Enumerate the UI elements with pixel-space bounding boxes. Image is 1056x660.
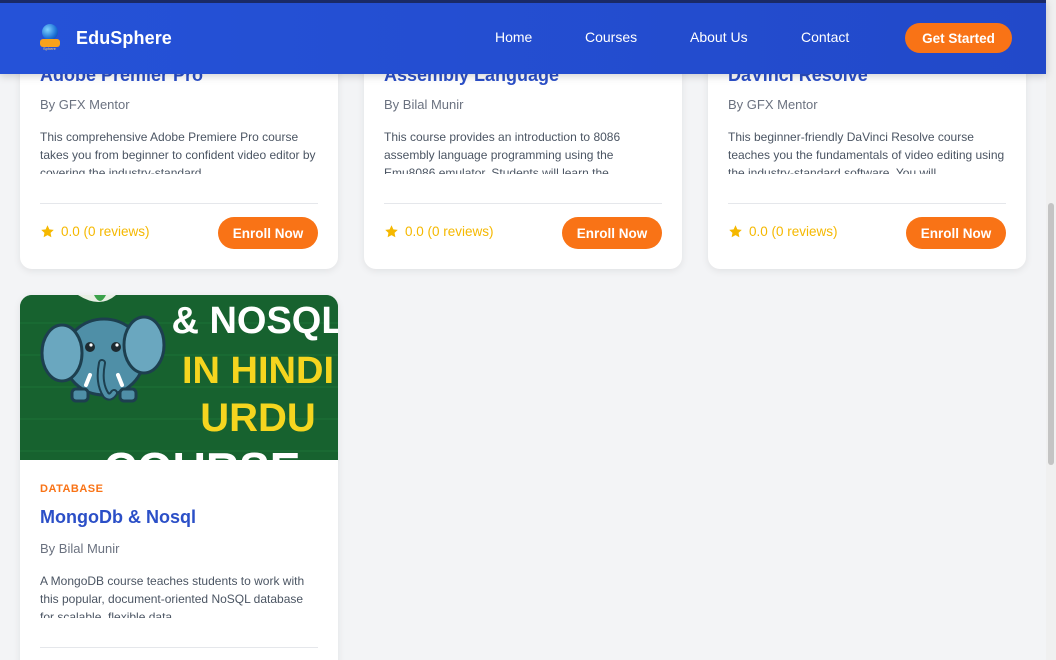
edusphere-logo-icon: Sphere [38, 24, 64, 52]
top-strip [0, 0, 1046, 3]
enroll-now-button[interactable]: Enroll Now [906, 217, 1006, 249]
star-icon [385, 225, 398, 238]
course-author: By GFX Mentor [728, 97, 818, 112]
course-author: By Bilal Munir [40, 541, 120, 556]
brand-name: EduSphere [76, 27, 172, 48]
enroll-now-button[interactable]: Enroll Now [218, 217, 318, 249]
course-rating: 0.0 (0 reviews) [384, 224, 494, 239]
course-card: & NOSQL IN HINDI URDU COURSE DATABASE Mo… [20, 295, 338, 660]
thumbnail-text-line2: IN HINDI [182, 350, 334, 392]
rating-text: 0.0 (0 reviews) [61, 224, 150, 239]
get-started-button[interactable]: Get Started [905, 23, 1012, 53]
course-category: DATABASE [40, 483, 104, 495]
page-scrollbar[interactable] [1046, 0, 1056, 660]
course-thumbnail[interactable]: & NOSQL IN HINDI URDU COURSE [20, 295, 338, 460]
nav-link-about-us[interactable]: About Us [690, 29, 748, 45]
nav-link-contact[interactable]: Contact [801, 29, 849, 45]
star-icon [729, 225, 742, 238]
card-divider [384, 203, 662, 204]
course-rating: 0.0 (0 reviews) [40, 224, 150, 239]
course-author: By GFX Mentor [40, 97, 130, 112]
star-icon [41, 225, 54, 238]
card-divider [728, 203, 1006, 204]
top-navbar: Sphere EduSphere Home Courses About Us C… [0, 0, 1046, 74]
card-divider [40, 203, 318, 204]
course-description: This beginner-friendly DaVinci Resolve c… [728, 130, 1005, 174]
enroll-now-button[interactable]: Enroll Now [562, 217, 662, 249]
brand[interactable]: Sphere EduSphere [38, 24, 172, 52]
thumbnail-text-line1: & NOSQL [171, 300, 338, 342]
course-thumbnail-image: & NOSQL IN HINDI URDU COURSE [20, 295, 338, 460]
course-description: A MongoDB course teaches students to wor… [40, 574, 305, 618]
scrollbar-thumb[interactable] [1048, 203, 1054, 465]
nav-link-home[interactable]: Home [495, 29, 532, 45]
thumbnail-text-line3: URDU [200, 396, 316, 440]
course-description: This course provides an introduction to … [384, 130, 621, 174]
rating-text: 0.0 (0 reviews) [405, 224, 494, 239]
thumbnail-text-line4: COURSE [104, 443, 301, 460]
course-description: This comprehensive Adobe Premiere Pro co… [40, 130, 316, 174]
course-rating: 0.0 (0 reviews) [728, 224, 838, 239]
course-title[interactable]: MongoDb & Nosql [40, 507, 196, 528]
course-author: By Bilal Munir [384, 97, 464, 112]
card-divider [40, 647, 318, 648]
rating-text: 0.0 (0 reviews) [749, 224, 838, 239]
nav-link-courses[interactable]: Courses [585, 29, 637, 45]
